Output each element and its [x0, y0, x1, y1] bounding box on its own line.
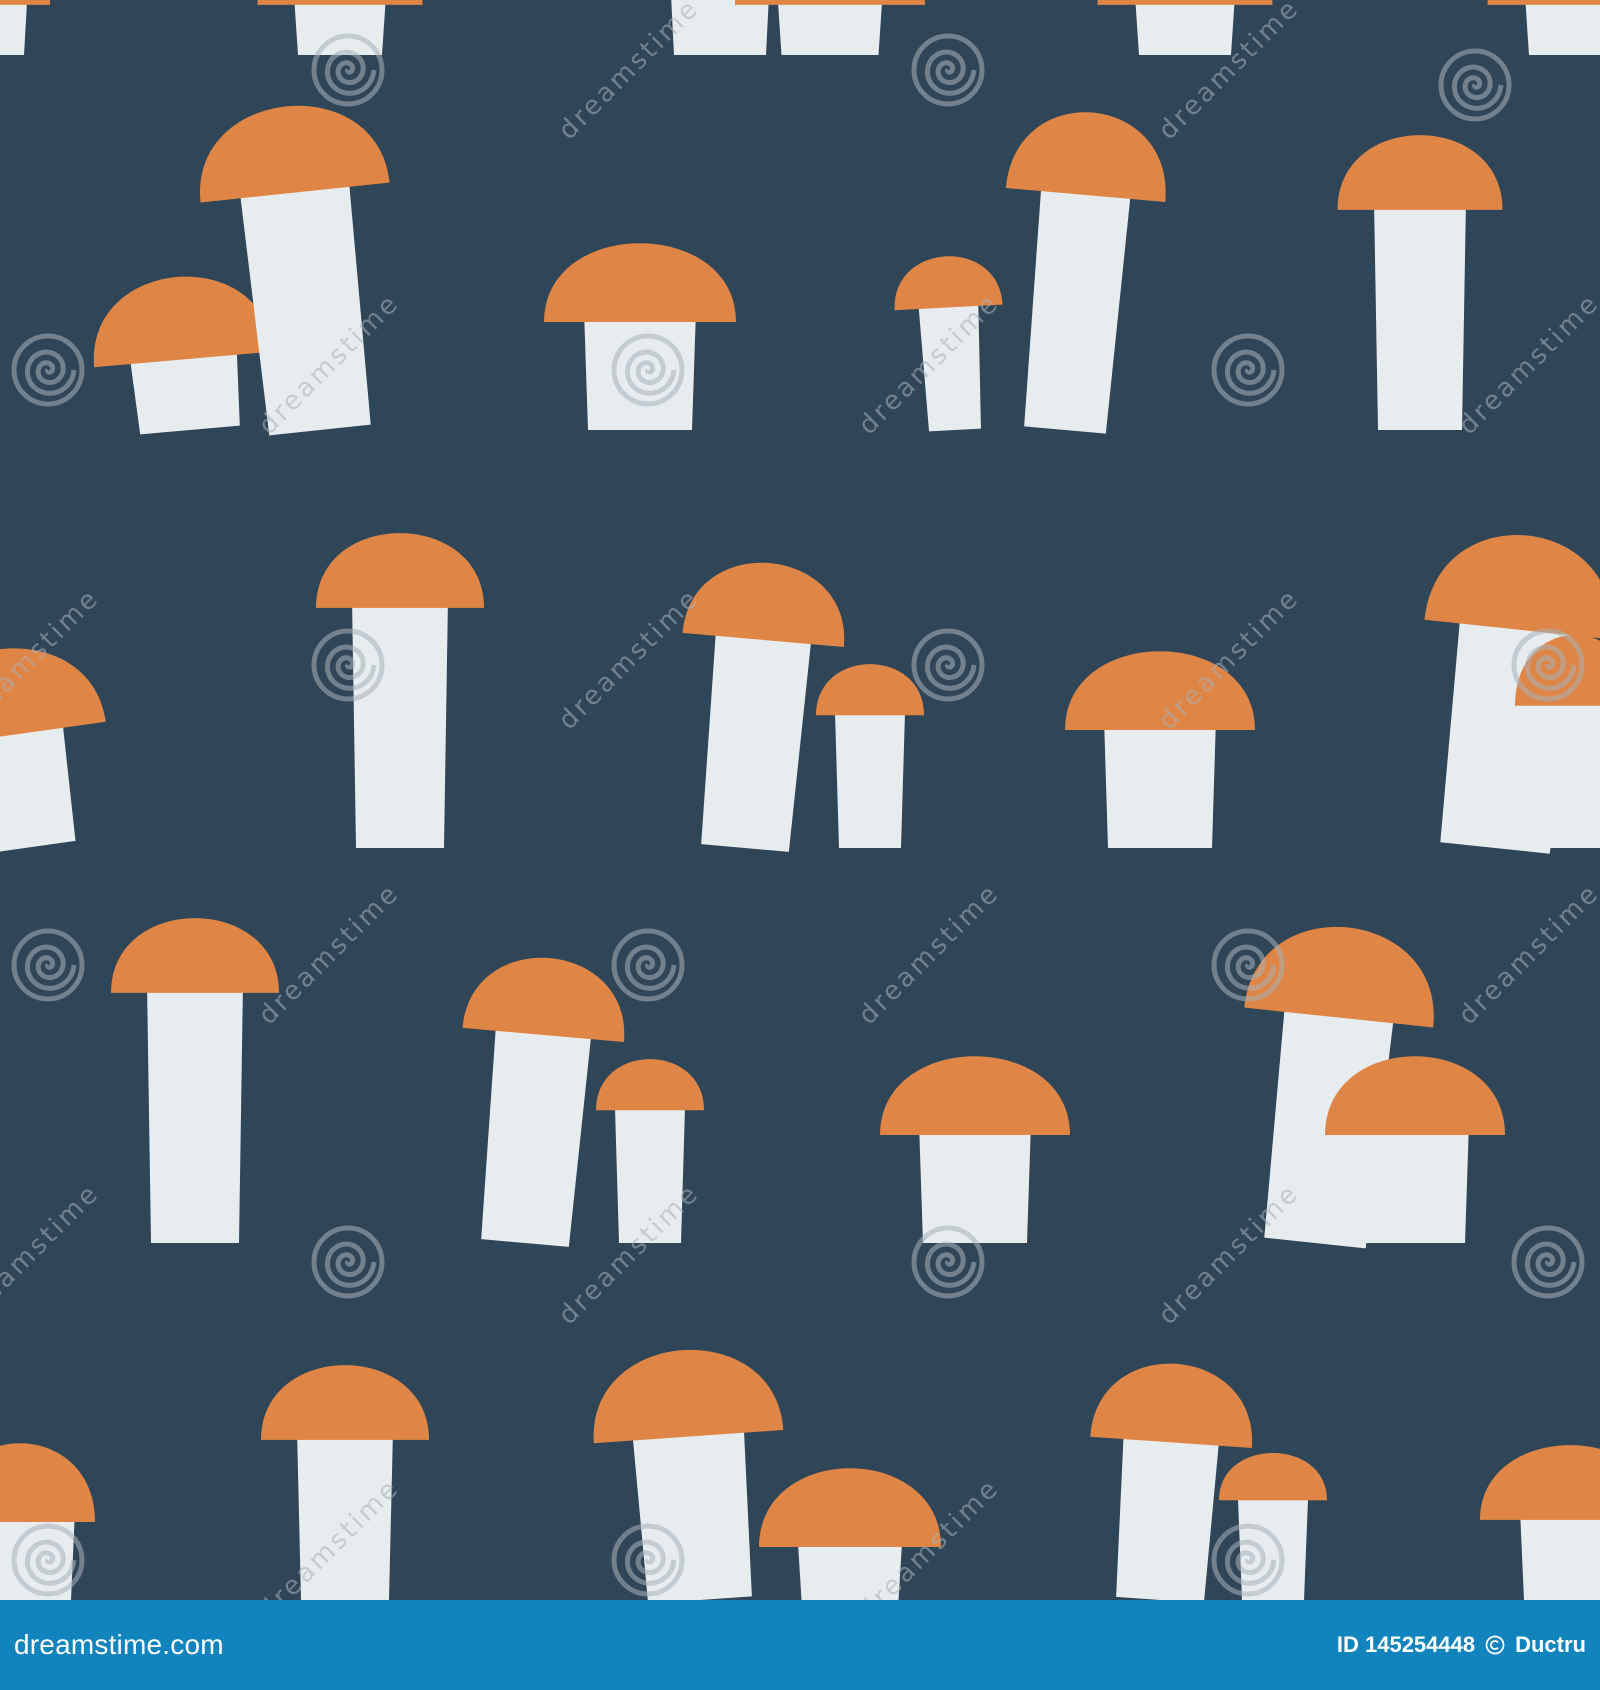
- pattern-background: [0, 0, 1600, 1600]
- mushroom-stem: [777, 0, 883, 55]
- mushroom-cap: [735, 0, 925, 5]
- mushroom-stem: [1135, 0, 1235, 55]
- mushroom-stem: [352, 568, 448, 848]
- author-name: Ductru: [1515, 1632, 1586, 1657]
- mushroom-cap: [257, 0, 423, 5]
- site-name: dreamstime.com: [14, 1629, 224, 1660]
- mushroom-pattern: dreamstime dreamstime dreamstime dreamstime…: [0, 0, 1600, 1600]
- mushroom-stem: [0, 0, 28, 55]
- mushroom-stem: [1525, 0, 1600, 55]
- image-id: ID 145254448: [1336, 1632, 1476, 1657]
- mushroom-stem: [147, 953, 243, 1243]
- mushroom-cap: [1487, 0, 1600, 5]
- mushroom-cap: [1097, 0, 1273, 5]
- mushroom-cap: [0, 0, 50, 5]
- mushroom-pattern-svg: dreamstime dreamstimedreamstime dreamstime…: [0, 0, 1600, 1600]
- image-meta: ID 145254448 Ductru: [1337, 1632, 1586, 1658]
- copyright-icon: [1485, 1635, 1505, 1655]
- stock-footer-bar: dreamstime.com ID 145254448 Ductru: [0, 1600, 1600, 1690]
